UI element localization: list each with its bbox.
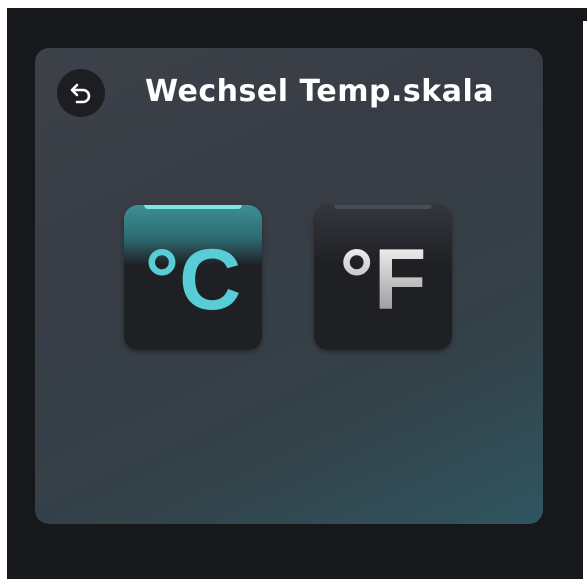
fahrenheit-button[interactable]: °F <box>314 205 452 350</box>
celsius-button[interactable]: °C <box>124 205 262 350</box>
undo-arrow-icon <box>68 80 94 106</box>
screen-edge-marker <box>583 8 587 21</box>
back-button[interactable] <box>57 69 105 117</box>
fahrenheit-label: °F <box>314 235 452 325</box>
celsius-label: °C <box>144 232 242 328</box>
fahrenheit-indicator <box>334 205 432 209</box>
celsius-selected-indicator <box>144 205 242 209</box>
page-title: Wechsel Temp.skala <box>145 74 494 109</box>
temperature-scale-panel: Wechsel Temp.skala °C °F <box>35 48 543 524</box>
